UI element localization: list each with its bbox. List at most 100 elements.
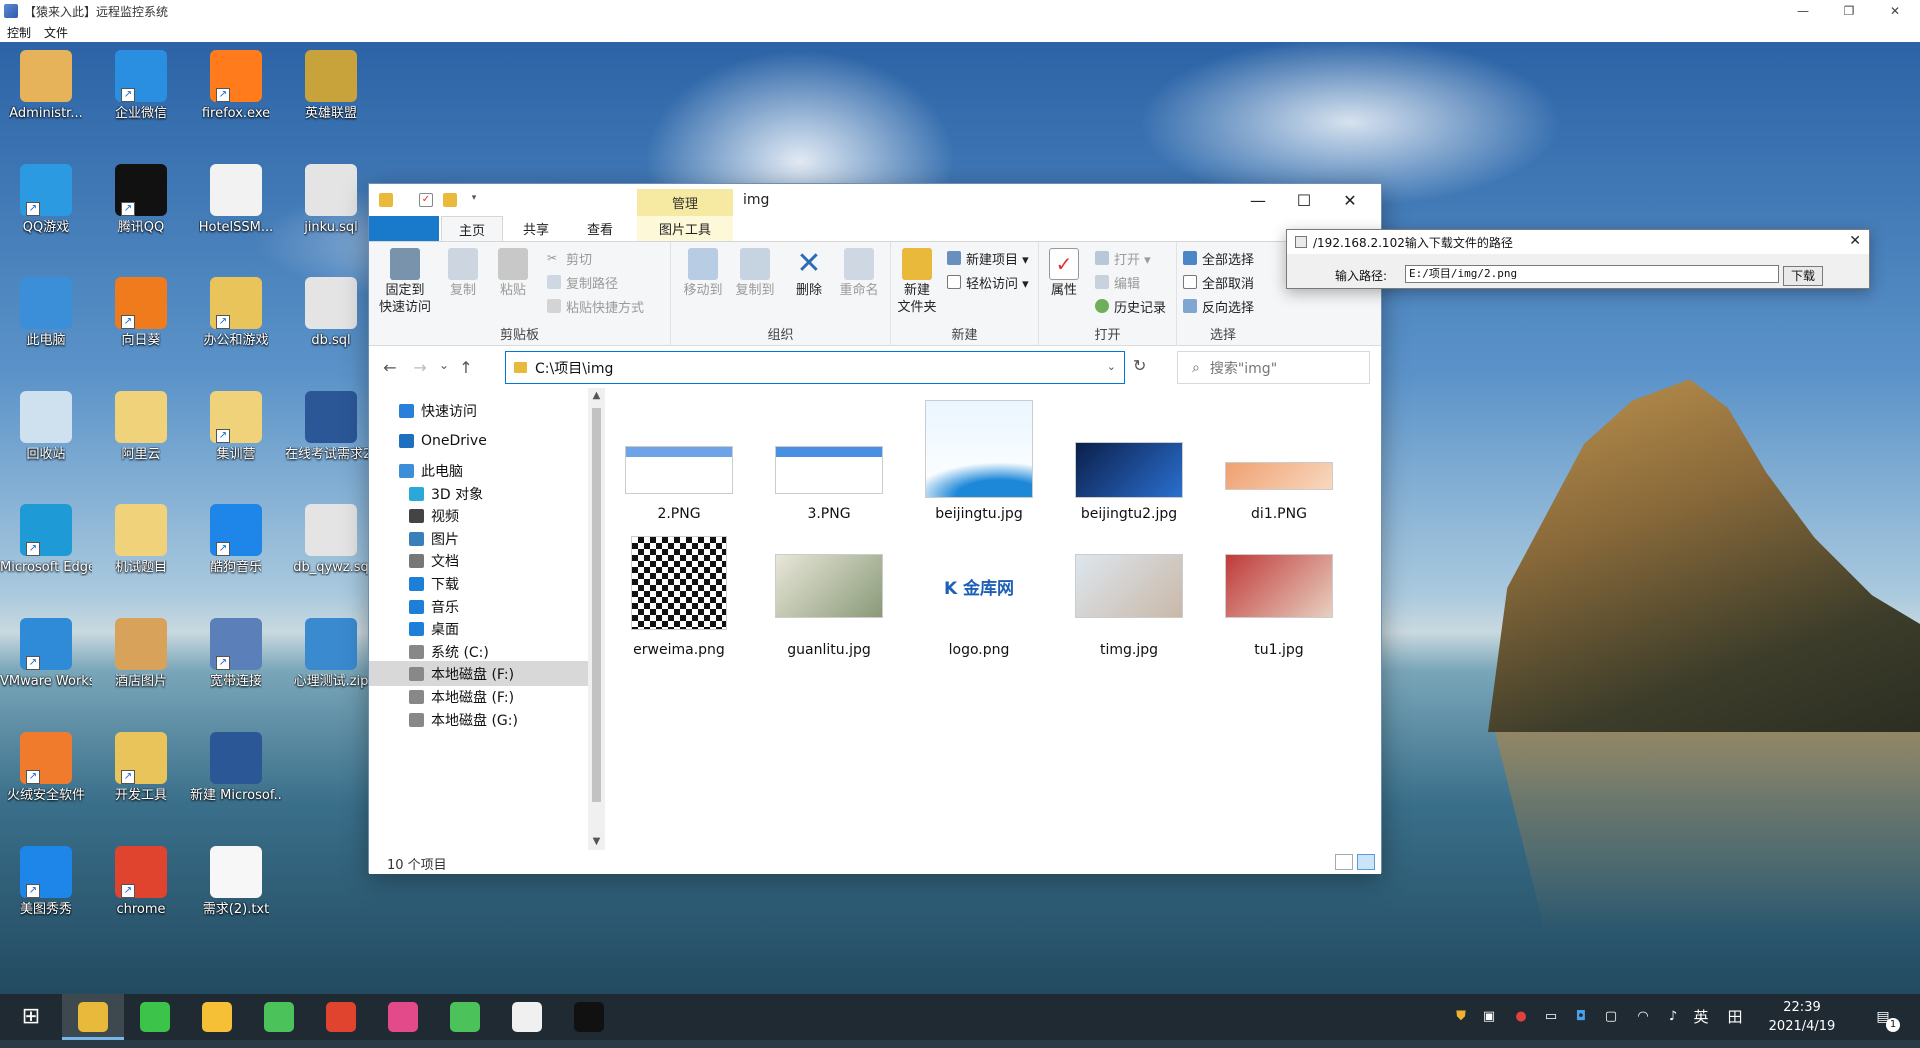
desktop-icon[interactable]: ↗ firefox.exe <box>190 44 282 152</box>
file-item[interactable]: beijingtu2.jpg <box>1069 400 1189 526</box>
nav-item[interactable]: 下载 <box>369 571 589 596</box>
delete-button[interactable]: ✕ 删除 <box>785 248 833 299</box>
recent-locations-button[interactable]: ⌄ <box>433 358 455 372</box>
client-restore-button[interactable]: ❐ <box>1826 0 1872 22</box>
copy-to-button[interactable]: 复制到 <box>731 248 779 299</box>
desktop-icon[interactable]: ↗ VMware Workstati... <box>0 612 92 720</box>
tab-view[interactable]: 查看 <box>569 216 631 241</box>
nav-item[interactable]: 本地磁盘 (F:) <box>369 684 589 709</box>
client-close-button[interactable]: ✕ <box>1872 0 1918 22</box>
search-box[interactable]: ⌕ 搜索"img" <box>1177 351 1370 384</box>
file-item[interactable]: di1.PNG <box>1219 400 1339 526</box>
download-path-input[interactable]: E:/项目/img/2.png <box>1405 265 1779 283</box>
nav-item[interactable]: 本地磁盘 (G:) <box>369 707 589 732</box>
taskbar-intellij-icon[interactable] <box>388 1002 418 1032</box>
move-to-button[interactable]: 移动到 <box>679 248 727 299</box>
menu-control[interactable]: 控制 <box>7 24 31 41</box>
desktop-icon[interactable]: ↗ 办公和游戏 <box>190 271 282 379</box>
desktop-icon[interactable]: 需求(2).txt <box>190 840 282 948</box>
desktop-icon[interactable]: 阿里云 <box>95 385 187 493</box>
file-item[interactable]: 2.PNG <box>619 400 739 526</box>
desktop-icon[interactable]: 机试题目 <box>95 498 187 606</box>
easy-access-button[interactable]: 轻松访问 ▾ <box>947 272 1029 292</box>
client-minimize-button[interactable]: — <box>1780 0 1826 22</box>
taskbar-wechat-icon[interactable] <box>140 1002 170 1032</box>
file-item[interactable]: erweima.png <box>619 536 739 662</box>
copy-path-button[interactable]: 复制路径 <box>547 272 618 292</box>
edit-button[interactable]: 编辑 <box>1095 272 1140 292</box>
desktop-icon[interactable]: 新建 Microsof... <box>190 726 282 834</box>
clock[interactable]: 22:39 2021/4/19 <box>1754 998 1850 1036</box>
chevron-down-icon[interactable]: ⌄ <box>1107 360 1116 373</box>
nav-item[interactable]: 桌面 <box>369 616 589 641</box>
address-bar[interactable]: C:\项目\img ⌄ <box>505 351 1125 384</box>
maximize-button[interactable]: ☐ <box>1281 184 1327 216</box>
refresh-button[interactable]: ↻ <box>1133 356 1146 375</box>
invert-selection-button[interactable]: 反向选择 <box>1183 296 1254 316</box>
desktop-icon[interactable]: ↗ 向日葵 <box>95 271 187 379</box>
tab-picture-tools[interactable]: 图片工具 <box>637 216 733 241</box>
desktop-icon[interactable]: HotelSSM... <box>190 158 282 266</box>
desktop-icon[interactable]: 回收站 <box>0 385 92 493</box>
nav-item[interactable]: OneDrive <box>369 428 589 453</box>
desktop-icon[interactable]: 此电脑 <box>0 271 92 379</box>
file-item[interactable]: guanlitu.jpg <box>769 536 889 662</box>
desktop-icon[interactable]: ↗ Microsoft Edge <box>0 498 92 606</box>
details-view-icon[interactable] <box>1335 854 1353 870</box>
file-item[interactable]: beijingtu.jpg <box>919 400 1039 526</box>
desktop-icon[interactable]: ↗ 集训营 <box>190 385 282 493</box>
volume-tray-icon[interactable]: ♪ <box>1664 1008 1682 1026</box>
file-item[interactable]: K 金库网 logo.png <box>919 536 1039 662</box>
open-button[interactable]: 打开 ▾ <box>1095 248 1151 268</box>
taskbar-terminal-icon[interactable] <box>574 1002 604 1032</box>
desktop-icon[interactable]: ↗ chrome <box>95 840 187 948</box>
properties-button[interactable]: ✓ 属性 <box>1039 248 1089 299</box>
scroll-up-arrow-icon[interactable]: ▲ <box>588 388 605 404</box>
manage-context-tab[interactable]: 管理 <box>637 189 733 216</box>
taskbar-file-explorer-icon[interactable] <box>78 1002 108 1032</box>
taskbar-chrome-icon[interactable] <box>326 1002 356 1032</box>
battery-tray-icon[interactable]: ▭ <box>1542 1008 1560 1026</box>
dialog-close-button[interactable]: ✕ <box>1849 233 1861 249</box>
taskbar-sunflower-icon[interactable] <box>202 1002 232 1032</box>
select-none-button[interactable]: 全部取消 <box>1183 272 1254 292</box>
security-tray-icon[interactable]: ▣ <box>1480 1008 1498 1026</box>
minimize-button[interactable]: — <box>1235 184 1281 216</box>
properties-quick-icon[interactable]: ✓ <box>419 193 433 207</box>
input-language[interactable]: 英 <box>1692 1008 1710 1026</box>
select-all-button[interactable]: 全部选择 <box>1183 248 1254 268</box>
desktop-icon[interactable]: Administr... <box>0 44 92 152</box>
large-icons-view-icon[interactable] <box>1357 854 1375 870</box>
taskbar-start-icon[interactable]: ⊞ <box>16 1002 46 1032</box>
remote-tray-icon[interactable]: ◘ <box>1572 1008 1590 1026</box>
forward-button[interactable]: → <box>409 358 431 377</box>
close-button[interactable]: ✕ <box>1327 184 1373 216</box>
desktop-icon[interactable]: 英雄联盟 <box>285 44 377 152</box>
download-button[interactable]: 下载 <box>1783 266 1823 286</box>
back-button[interactable]: ← <box>379 358 401 377</box>
nav-item[interactable]: 快速访问 <box>369 398 589 423</box>
menu-file[interactable]: 文件 <box>44 24 68 41</box>
desktop-icon[interactable]: ↗ 宽带连接 <box>190 612 282 720</box>
desktop-icon[interactable]: ↗ 企业微信 <box>95 44 187 152</box>
desktop-icon[interactable]: ↗ 美图秀秀 <box>0 840 92 948</box>
new-folder-quick-icon[interactable] <box>443 193 457 207</box>
desktop-icon[interactable]: 酒店图片 <box>95 612 187 720</box>
desktop-icon[interactable]: ↗ QQ游戏 <box>0 158 92 266</box>
paste-shortcut-button[interactable]: 粘贴快捷方式 <box>547 296 644 316</box>
taskbar-remote-client-icon[interactable] <box>512 1002 542 1032</box>
desktop-icon[interactable]: jinku.sql <box>285 158 377 266</box>
desktop-icon[interactable]: 心理测试.zip <box>285 612 377 720</box>
paste-button[interactable]: 粘贴 <box>489 248 537 299</box>
rename-button[interactable]: 重命名 <box>835 248 883 299</box>
file-item[interactable]: tu1.jpg <box>1219 536 1339 662</box>
desktop-icon[interactable]: db_qywz.sq <box>285 498 377 606</box>
new-folder-button[interactable]: 新建 文件夹 <box>891 248 943 316</box>
desktop-icon[interactable]: db.sql <box>285 271 377 379</box>
desktop-icon[interactable]: ↗ 酷狗音乐 <box>190 498 282 606</box>
desktop-icon[interactable]: ↗ 腾讯QQ <box>95 158 187 266</box>
desktop-icon[interactable]: ↗ 开发工具 <box>95 726 187 834</box>
qq-tray-icon[interactable]: ● <box>1512 1008 1530 1026</box>
navigation-scrollbar[interactable]: ▲ ▼ <box>588 388 605 850</box>
display-tray-icon[interactable]: ▢ <box>1602 1008 1620 1026</box>
